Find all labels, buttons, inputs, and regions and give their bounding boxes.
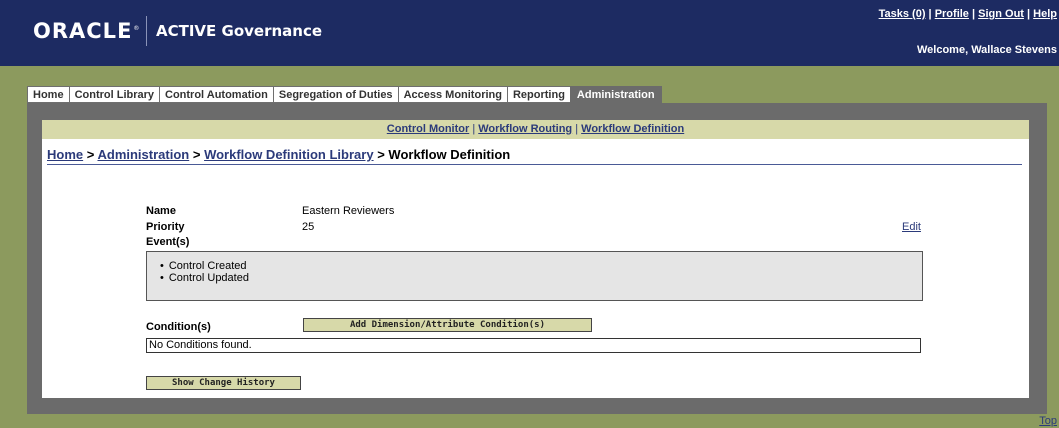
- tab-home[interactable]: Home: [27, 86, 69, 103]
- priority-label: Priority: [146, 221, 185, 233]
- subnav-separator: |: [472, 123, 476, 135]
- priority-value: 25: [302, 221, 315, 233]
- header-bar: ORACLE® ACTIVE Governance Tasks (0) | Pr…: [0, 0, 1059, 66]
- breadcrumb-separator: >: [377, 147, 385, 162]
- welcome-message: Welcome, Wallace Stevens: [916, 44, 1057, 56]
- top-link[interactable]: Top: [1039, 415, 1057, 427]
- logo-divider: [146, 16, 147, 46]
- subnav-separator: |: [575, 123, 579, 135]
- breadcrumb-home[interactable]: Home: [47, 147, 83, 162]
- events-list: Control Created Control Updated: [160, 260, 249, 284]
- name-value: Eastern Reviewers: [302, 205, 395, 217]
- breadcrumb-administration[interactable]: Administration: [97, 147, 189, 162]
- conditions-label: Condition(s): [146, 321, 211, 333]
- main-tabs: Home Control Library Control Automation …: [27, 86, 662, 103]
- tab-access-monitoring[interactable]: Access Monitoring: [397, 86, 507, 103]
- sign-out-link[interactable]: Sign Out: [978, 8, 1024, 20]
- link-separator: |: [1027, 8, 1031, 20]
- subnav-workflow-routing[interactable]: Workflow Routing: [478, 123, 572, 135]
- show-change-history-button[interactable]: Show Change History: [146, 376, 301, 390]
- link-separator: |: [971, 8, 976, 20]
- breadcrumb: Home > Administration > Workflow Definit…: [47, 147, 510, 162]
- link-separator: |: [928, 8, 932, 20]
- events-label: Event(s): [146, 236, 190, 248]
- breadcrumb-workflow-definition-library[interactable]: Workflow Definition Library: [204, 147, 374, 162]
- profile-link[interactable]: Profile: [935, 8, 969, 20]
- product-name: ACTIVE Governance: [156, 22, 323, 40]
- breadcrumb-divider: [47, 164, 1022, 165]
- add-condition-button[interactable]: Add Dimension/Attribute Condition(s): [303, 318, 592, 332]
- tab-segregation-of-duties[interactable]: Segregation of Duties: [272, 86, 398, 103]
- subnav-workflow-definition[interactable]: Workflow Definition: [581, 123, 684, 135]
- conditions-table: No Conditions found.: [146, 338, 921, 353]
- sub-navigation: Control Monitor | Workflow Routing | Wor…: [42, 120, 1029, 139]
- tab-control-automation[interactable]: Control Automation: [159, 86, 273, 103]
- top-links: Tasks (0) | Profile | Sign Out | Help: [879, 8, 1057, 20]
- name-label: Name: [146, 205, 176, 217]
- tab-reporting[interactable]: Reporting: [506, 86, 570, 103]
- edit-link[interactable]: Edit: [902, 221, 921, 233]
- subnav-control-monitor[interactable]: Control Monitor: [387, 123, 469, 135]
- list-item: Control Created: [160, 260, 249, 272]
- tasks-link[interactable]: Tasks (0): [879, 8, 926, 20]
- content-panel: Control Monitor | Workflow Routing | Wor…: [42, 120, 1029, 398]
- tab-control-library[interactable]: Control Library: [68, 86, 160, 103]
- oracle-logo: ORACLE®: [33, 19, 141, 43]
- tab-administration[interactable]: Administration: [569, 86, 662, 103]
- breadcrumb-current: Workflow Definition: [388, 147, 511, 162]
- breadcrumb-separator: >: [192, 147, 201, 162]
- list-item: Control Updated: [160, 272, 249, 284]
- events-list-box: Control Created Control Updated: [146, 251, 923, 301]
- breadcrumb-separator: >: [86, 147, 95, 162]
- help-link[interactable]: Help: [1033, 8, 1057, 20]
